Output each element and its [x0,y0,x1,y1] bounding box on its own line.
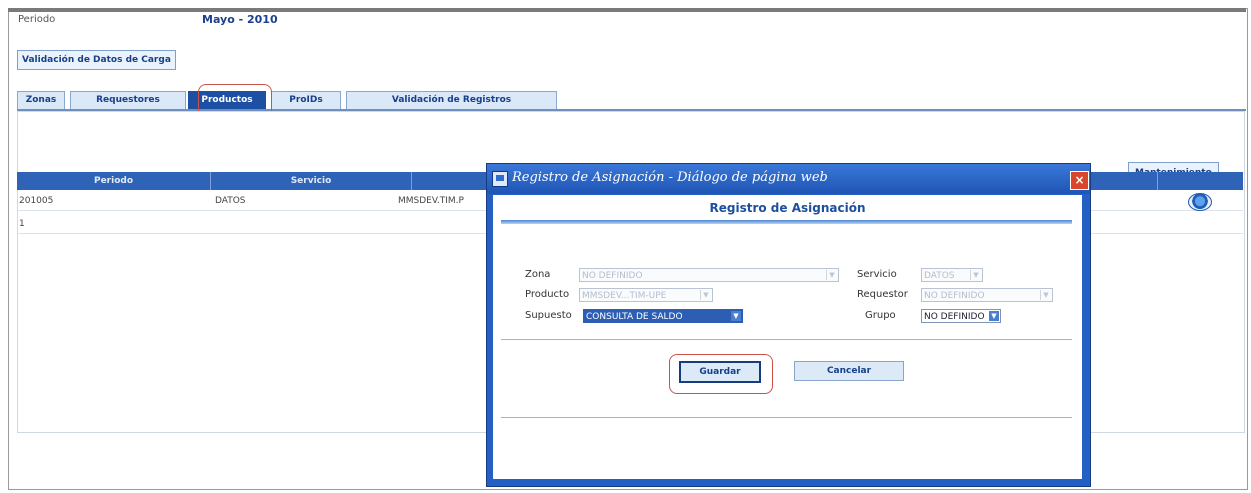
dropdown-arrow-icon: ▼ [731,311,741,321]
tab-zonas[interactable]: Zonas [17,91,65,110]
row-servicio: DATOS [215,196,246,206]
tab-requestores[interactable]: Requestores [70,91,186,110]
assignment-dialog: Registro de Asignación - Diálogo de pági… [486,163,1091,487]
dropdown-arrow-icon: ▼ [700,290,711,300]
grupo-value: NO DEFINIDO [924,312,985,322]
period-label: Periodo [18,14,56,25]
supuesto-select[interactable]: CONSULTA DE SALDO ▼ [583,309,743,323]
dropdown-arrow-icon: ▼ [989,311,999,321]
row-periodo: 201005 [19,196,54,206]
dropdown-arrow-icon: ▼ [826,270,837,280]
tab-bar: Zonas Requestores Productos ProIDs Valid… [17,91,557,110]
validation-button[interactable]: Validación de Datos de Carga [17,50,176,70]
dialog-body: Registro de Asignación Zona NO DEFINIDO … [493,195,1082,479]
dialog-separator [501,417,1072,418]
row-producto: MMSDEV.TIM.P [398,196,464,206]
servicio-label: Servicio [857,269,897,280]
grupo-label: Grupo [865,310,896,321]
tab-proids[interactable]: ProIDs [271,91,341,110]
highlight-save-button [669,354,773,394]
tab-validacion-registros[interactable]: Validación de Registros [346,91,557,110]
dropdown-arrow-icon: ▼ [1040,290,1051,300]
zona-label: Zona [525,269,551,280]
supuesto-label: Supuesto [525,310,572,321]
servicio-select[interactable]: DATOS ▼ [921,268,983,282]
requestor-select[interactable]: NO DEFINIDO ▼ [921,288,1053,302]
dialog-heading-bar [501,220,1072,224]
supuesto-value: CONSULTA DE SALDO [586,312,683,322]
grid-header-separator [1157,172,1158,190]
cancel-button[interactable]: Cancelar [794,361,904,381]
zona-value: NO DEFINIDO [582,271,643,281]
grid-header-separator [411,172,412,190]
grid-header-servicio[interactable]: Servicio [211,172,411,190]
producto-label: Producto [525,289,570,300]
producto-select[interactable]: MMSDEV...TIM-UPE ▼ [579,288,713,302]
servicio-value: DATOS [924,271,955,281]
dropdown-arrow-icon: ▼ [970,270,981,280]
dialog-title: Registro de Asignación - Diálogo de pági… [512,170,828,185]
grupo-select[interactable]: NO DEFINIDO ▼ [921,309,1001,323]
requestor-value: NO DEFINIDO [924,291,985,301]
close-icon[interactable]: × [1070,171,1089,190]
grid-header-periodo[interactable]: Periodo [17,172,210,190]
requestor-label: Requestor [857,289,908,300]
period-value: Mayo - 2010 [202,13,278,26]
window-icon [492,171,508,187]
frame-top-border [8,8,1246,12]
zona-select[interactable]: NO DEFINIDO ▼ [579,268,839,282]
dialog-separator [501,339,1072,340]
grid-pager[interactable]: 1 [19,219,25,229]
dialog-heading: Registro de Asignación [709,201,866,215]
edit-icon[interactable] [1188,193,1212,211]
dialog-titlebar[interactable]: Registro de Asignación - Diálogo de pági… [487,164,1090,194]
producto-value: MMSDEV...TIM-UPE [582,291,667,301]
